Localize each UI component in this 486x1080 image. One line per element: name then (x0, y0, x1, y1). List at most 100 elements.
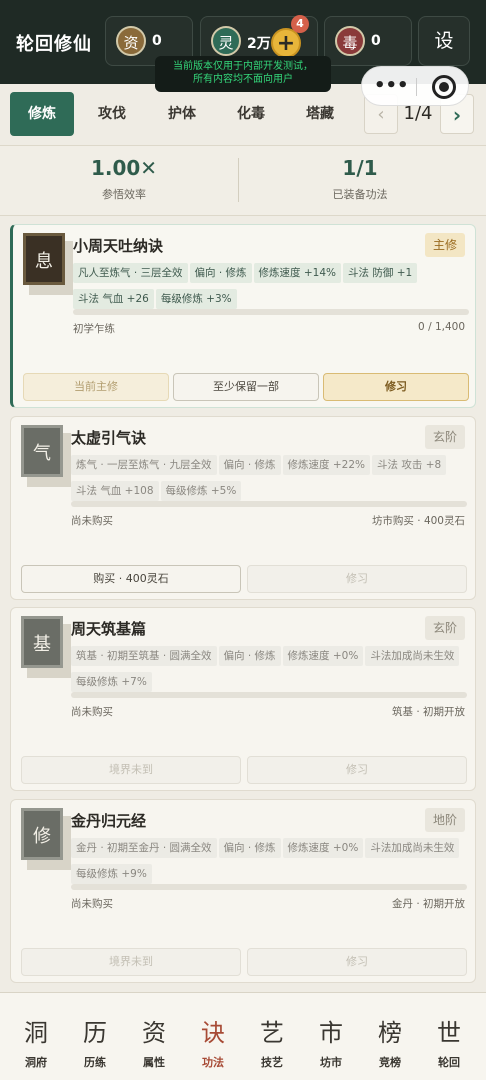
unlock-requirement: 筑基 · 初期开放 (391, 706, 465, 718)
stats-divider (238, 158, 239, 202)
practice-button[interactable]: 修习 (247, 565, 467, 593)
resource-du[interactable]: 毒 0 (324, 16, 412, 66)
technique-name: 金丹归元经 (71, 812, 147, 830)
purchase-source: 坊市购买 · 400灵石 (371, 515, 465, 527)
tag: 每级修炼 +7% (71, 672, 152, 692)
technique-seal-icon: 基 (21, 616, 63, 668)
tag: 每级修炼 +9% (71, 864, 152, 884)
tag: 修炼速度 +0% (282, 838, 364, 858)
tag: 金丹 · 初期至金丹 · 圆满全效 (71, 838, 217, 858)
settings-button[interactable]: 设 (418, 16, 470, 66)
du-icon: 毒 (335, 26, 365, 56)
dev-test-toast: 当前版本仅用于内部开发测试， 所有内容均不面向用户 (155, 56, 331, 92)
progress-bar (71, 501, 467, 507)
attributes-icon: 资 (142, 1019, 166, 1047)
practice-button[interactable]: 修习 (247, 948, 467, 976)
resource-ling-value: 2万 (247, 36, 271, 52)
nav-item-cave[interactable]: 洞 洞府 (6, 1013, 66, 1070)
tab-detox[interactable]: 化毒 (219, 92, 283, 136)
unlock-requirement: 金丹 · 初期开放 (391, 898, 465, 910)
ling-icon: 灵 (211, 26, 241, 56)
tab-attack[interactable]: 攻伐 (80, 92, 144, 136)
practice-button[interactable]: 修习 (247, 756, 467, 784)
tab-defense[interactable]: 护体 (150, 92, 214, 136)
progress-bar (73, 309, 469, 315)
cave-icon: 洞 (24, 1019, 48, 1047)
technique-name: 太虚引气诀 (71, 429, 147, 447)
reincarnation-icon: 世 (437, 1019, 461, 1047)
techniques-icon: 诀 (201, 1019, 225, 1047)
technique-seal-icon: 修 (21, 808, 63, 860)
technique-seal-icon: 气 (21, 425, 63, 477)
tag: 偏向 · 修炼 (218, 646, 281, 666)
nav-item-trials[interactable]: 历 历练 (65, 1013, 125, 1070)
grade-badge: 主修 (425, 233, 465, 257)
nav-label: 历练 (84, 1056, 106, 1069)
technique-name: 周天筑基篇 (71, 620, 147, 638)
realm-locked-button[interactable]: 境界未到 (21, 756, 241, 784)
tag: 修炼速度 +0% (282, 646, 364, 666)
tag: 修炼速度 +14% (253, 263, 342, 283)
app-title: 轮回修仙 (16, 34, 92, 55)
purchase-status: 尚未购买 (71, 898, 113, 910)
keep-one-button[interactable]: 至少保留一部 (173, 373, 319, 401)
technique-tags: 凡人至炼气 · 三层全效 偏向 · 修炼 修炼速度 +14% 斗法 防御 +1 斗法 气… (73, 261, 469, 313)
buy-button[interactable]: 购买 · 400灵石 (21, 565, 241, 593)
technique-tags: 筑基 · 初期至筑基 · 圆满全效 偏向 · 修炼 修炼速度 +0% 斗法加成尚未生效… (71, 644, 467, 696)
tag: 炼气 · 一层至炼气 · 九层全效 (71, 455, 217, 475)
technique-tags: 炼气 · 一层至炼气 · 九层全效 偏向 · 修炼 修炼速度 +22% 斗法 攻击 +… (71, 453, 467, 505)
grade-badge: 玄阶 (425, 425, 465, 449)
resource-du-value: 0 (371, 33, 381, 49)
bottom-nav: 洞 洞府 历 历练 资 属性 诀 功法 艺 技艺 市 坊市 榜 竞榜 世 轮回 (0, 992, 486, 1080)
practice-button[interactable]: 修习 (323, 373, 469, 401)
close-target-icon[interactable] (432, 75, 456, 99)
nav-label: 坊市 (320, 1056, 342, 1069)
efficiency-label: 参悟效率 (102, 188, 146, 201)
toast-line-2: 所有内容均不面向用户 (193, 74, 293, 85)
toast-line-1: 当前版本仅用于内部开发测试， (173, 61, 313, 72)
more-icon[interactable]: ••• (374, 75, 409, 97)
grade-badge: 地阶 (425, 808, 465, 832)
nav-item-ranking[interactable]: 榜 竞榜 (360, 1013, 420, 1070)
technique-card: 气 太虚引气诀 玄阶 炼气 · 一层至炼气 · 九层全效 偏向 · 修炼 修炼速度 … (10, 416, 476, 600)
nav-item-techniques[interactable]: 诀 功法 (183, 1013, 243, 1070)
tag: 筑基 · 初期至筑基 · 圆满全效 (71, 646, 217, 666)
tag: 斗法 气血 +26 (73, 289, 154, 309)
tag: 斗法 攻击 +8 (372, 455, 447, 475)
mini-program-capsule: ••• (361, 66, 469, 106)
tag: 偏向 · 修炼 (189, 263, 252, 283)
tab-cultivate[interactable]: 修炼 (10, 92, 74, 136)
technique-seal-icon: 息 (23, 233, 65, 285)
crafts-icon: 艺 (260, 1019, 284, 1047)
technique-card: 修 金丹归元经 地阶 金丹 · 初期至金丹 · 圆满全效 偏向 · 修炼 修炼速度 … (10, 799, 476, 983)
nav-label: 属性 (143, 1056, 165, 1069)
tab-tower[interactable]: 塔藏 (288, 92, 352, 136)
equipped-value: 1/1 (342, 156, 378, 180)
tag: 凡人至炼气 · 三层全效 (73, 263, 188, 283)
nav-label: 轮回 (438, 1056, 460, 1069)
nav-item-crafts[interactable]: 艺 技艺 (242, 1013, 302, 1070)
market-icon: 市 (319, 1019, 343, 1047)
nav-item-reincarnation[interactable]: 世 轮回 (419, 1013, 479, 1070)
tag: 斗法 防御 +1 (343, 263, 418, 283)
zi-icon: 资 (116, 26, 146, 56)
stat-efficiency: 1.00✕ 参悟效率 (4, 156, 244, 202)
progress-bar (71, 884, 467, 890)
tag: 每级修炼 +3% (155, 289, 237, 309)
technique-card: 息 小周天吐纳诀 主修 凡人至炼气 · 三层全效 偏向 · 修炼 修炼速度 +14%… (10, 224, 476, 408)
technique-card: 基 周天筑基篇 玄阶 筑基 · 初期至筑基 · 圆满全效 偏向 · 修炼 修炼速度 … (10, 607, 476, 791)
technique-name: 小周天吐纳诀 (73, 237, 164, 255)
tag: 偏向 · 修炼 (218, 455, 281, 475)
realm-locked-button[interactable]: 境界未到 (21, 948, 241, 976)
current-main-button[interactable]: 当前主修 (23, 373, 169, 401)
progress-value: 0 / 1,400 (418, 321, 465, 333)
nav-item-market[interactable]: 市 坊市 (301, 1013, 361, 1070)
technique-tags: 金丹 · 初期至金丹 · 圆满全效 偏向 · 修炼 修炼速度 +0% 斗法加成尚未生效… (71, 836, 467, 888)
nav-item-attributes[interactable]: 资 属性 (124, 1013, 184, 1070)
capsule-divider (416, 78, 417, 96)
purchase-status: 尚未购买 (71, 706, 113, 718)
resource-zi-value: 0 (152, 33, 162, 49)
purchase-status: 尚未购买 (71, 515, 113, 527)
tag: 每级修炼 +5% (160, 481, 242, 501)
notification-badge: 4 (291, 15, 309, 33)
